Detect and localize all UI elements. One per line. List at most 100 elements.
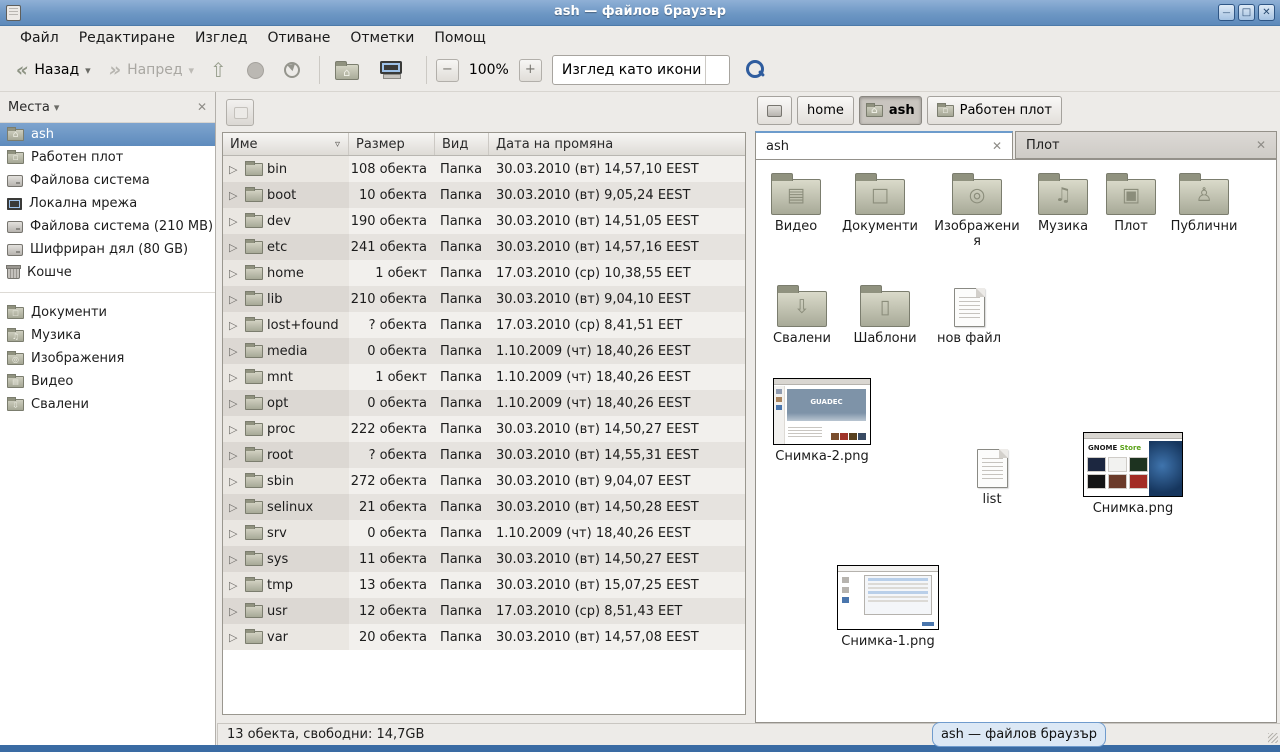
back-button[interactable]: « Назад [10,58,97,82]
view-mode-select[interactable]: Изглед като икони [552,55,730,85]
table-row[interactable]: mnt1 обектПапка1.10.2009 (чт) 18,40,26 E… [223,364,745,390]
expander-icon[interactable] [229,189,241,202]
icon-item-snimka1[interactable]: Снимка-1.png [835,565,941,649]
sidebar-close-icon[interactable] [197,100,207,114]
icon-item-pictures[interactable]: Изображения [932,170,1022,249]
tree-root-button[interactable] [226,99,254,126]
icon-item-public[interactable]: Публични [1164,170,1244,234]
table-row[interactable]: proc222 обектаПапка30.03.2010 (вт) 14,50… [223,416,745,442]
expander-icon[interactable] [229,449,241,462]
expander-icon[interactable] [229,397,241,410]
column-header-date[interactable]: Дата на промяна [489,133,745,155]
minimize-button[interactable] [1218,4,1235,21]
sidebar-item-filesystem[interactable]: Файлова система [0,169,215,192]
table-row[interactable]: media0 обектаПапка1.10.2009 (чт) 18,40,2… [223,338,745,364]
icon-item-documents[interactable]: Документи [838,170,922,234]
table-row[interactable]: bin108 обектаПапка30.03.2010 (вт) 14,57,… [223,156,745,182]
icon-item-list[interactable]: list [952,443,1032,507]
forward-dropdown-icon[interactable] [189,62,195,78]
sidebar-item-documents[interactable]: Документи [0,301,215,324]
icon-view[interactable]: Видео Документи Изображения Музика Плот … [755,159,1277,723]
sidebar-title[interactable]: Места [8,100,50,115]
expander-icon[interactable] [229,293,241,306]
taskbar-window-button[interactable]: ash — файлов браузър [932,722,1106,747]
sidebar-item-filesystem-210mb[interactable]: Файлова система (210 MB) [0,215,215,238]
maximize-button[interactable] [1238,4,1255,21]
icon-item-snimka[interactable]: GNOME Store Снимка.png [1080,432,1186,516]
expander-icon[interactable] [229,319,241,332]
close-button[interactable] [1258,4,1275,21]
expander-icon[interactable] [229,605,241,618]
tab-plot[interactable]: Плот [1015,131,1277,159]
table-row[interactable]: lost+found? обектаПапка17.03.2010 (ср) 8… [223,312,745,338]
tab-ash[interactable]: ash [755,131,1013,159]
menu-edit[interactable]: Редактиране [69,29,185,47]
expander-icon[interactable] [229,553,241,566]
icon-item-downloads[interactable]: Свалени [762,282,842,346]
path-ash-button[interactable]: ash [859,96,922,125]
expander-icon[interactable] [229,527,241,540]
path-desktop-button[interactable]: Работен плот [927,96,1062,125]
sidebar-item-music[interactable]: Музика [0,324,215,347]
icon-item-templates[interactable]: Шаблони [845,282,925,346]
table-row[interactable]: root? обектаПапка30.03.2010 (вт) 14,55,3… [223,442,745,468]
column-header-type[interactable]: Вид [435,133,489,155]
icon-item-new-file[interactable]: нов файл [929,282,1009,346]
table-row[interactable]: etc241 обектаПапка30.03.2010 (вт) 14,57,… [223,234,745,260]
expander-icon[interactable] [229,631,241,644]
table-row[interactable]: opt0 обектаПапка1.10.2009 (чт) 18,40,26 … [223,390,745,416]
menu-file[interactable]: Файл [10,29,69,47]
zoom-in-button[interactable] [519,59,542,82]
icon-item-snimka2[interactable]: GUADEC Снимка-2.png [770,378,874,464]
expander-icon[interactable] [229,579,241,592]
table-row[interactable]: sys11 обектаПапка30.03.2010 (вт) 14,50,2… [223,546,745,572]
sidebar-item-video[interactable]: Видео [0,370,215,393]
table-row[interactable]: boot10 обектаПапка30.03.2010 (вт) 9,05,2… [223,182,745,208]
sidebar-item-encrypted-80gb[interactable]: Шифриран дял (80 GB) [0,238,215,261]
resize-grip[interactable] [1268,733,1278,743]
expander-icon[interactable] [229,163,241,176]
expander-icon[interactable] [229,371,241,384]
expander-icon[interactable] [229,501,241,514]
tab-close-icon[interactable] [1256,138,1266,152]
up-button[interactable] [210,58,227,82]
expander-icon[interactable] [229,345,241,358]
path-root-button[interactable] [757,96,792,125]
sidebar-dropdown-icon[interactable] [54,100,60,115]
sidebar-item-network[interactable]: Локална мрежа [0,192,215,215]
combo-spinner-icon[interactable] [705,56,729,84]
menu-bookmarks[interactable]: Отметки [340,29,424,47]
sidebar-item-desktop[interactable]: Работен плот [0,146,215,169]
back-dropdown-icon[interactable] [85,62,91,78]
table-row[interactable]: usr12 обектаПапка17.03.2010 (ср) 8,51,43… [223,598,745,624]
expander-icon[interactable] [229,215,241,228]
column-header-name[interactable]: Име [223,133,349,155]
icon-item-desktop[interactable]: Плот [1099,170,1163,234]
table-row[interactable]: sbin272 обектаПапка30.03.2010 (вт) 9,04,… [223,468,745,494]
column-header-size[interactable]: Размер [349,133,435,155]
menu-view[interactable]: Изглед [185,29,258,47]
menu-go[interactable]: Отиване [257,29,340,47]
sidebar-item-pictures[interactable]: Изображения [0,347,215,370]
expander-icon[interactable] [229,475,241,488]
sidebar-item-downloads[interactable]: Свалени [0,393,215,416]
table-row[interactable]: lib210 обектаПапка30.03.2010 (вт) 9,04,1… [223,286,745,312]
expander-icon[interactable] [229,423,241,436]
table-row[interactable]: dev190 обектаПапка30.03.2010 (вт) 14,51,… [223,208,745,234]
sidebar-item-ash[interactable]: ash [0,123,215,146]
forward-button[interactable]: » Напред [103,58,200,82]
computer-button[interactable] [365,57,417,83]
zoom-out-button[interactable] [436,59,459,82]
tab-close-icon[interactable] [992,139,1002,153]
expander-icon[interactable] [229,267,241,280]
table-row[interactable]: home1 обектПапка17.03.2010 (ср) 10,38,55… [223,260,745,286]
table-row[interactable]: selinux21 обектаПапка30.03.2010 (вт) 14,… [223,494,745,520]
sidebar-item-trash[interactable]: Кошче [0,261,215,284]
icon-item-video[interactable]: Видео [756,170,836,234]
home-button[interactable] [329,56,365,84]
table-row[interactable]: srv0 обектаПапка1.10.2009 (чт) 18,40,26 … [223,520,745,546]
expander-icon[interactable] [229,241,241,254]
icon-item-music[interactable]: Музика [1027,170,1099,234]
menu-help[interactable]: Помощ [424,29,495,47]
table-row[interactable]: var20 обектаПапка30.03.2010 (вт) 14,57,0… [223,624,745,650]
